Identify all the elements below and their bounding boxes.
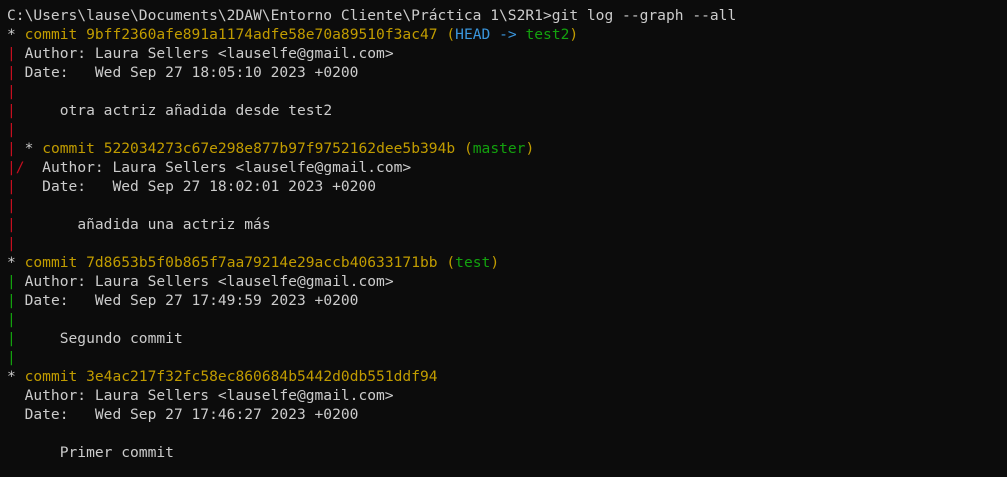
commit-label: commit — [24, 26, 78, 43]
graph-bar: | — [7, 349, 16, 366]
graph-line: | — [7, 348, 16, 367]
graph-bar: | — [7, 64, 16, 81]
commit-date: Date: Wed Sep 27 18:05:10 2023 +0200 — [24, 64, 359, 81]
commit-date: Date: Wed Sep 27 18:02:01 2023 +0200 — [42, 178, 377, 195]
commit-hash: 522034273c67e298e877b97f9752162dee5b394b — [103, 140, 456, 157]
graph-star: * — [7, 368, 16, 385]
date-line: | Date: Wed Sep 27 18:02:01 2023 +0200 — [7, 177, 376, 196]
ref-open: ( — [463, 140, 473, 157]
graph-bar: | — [7, 178, 16, 195]
date-line: | Date: Wed Sep 27 18:05:10 2023 +0200 — [7, 63, 358, 82]
commit-label: commit — [42, 140, 95, 157]
author-line: |/ Author: Laura Sellers <lauselfe@gmail… — [7, 158, 411, 177]
message-line: | otra actriz añadida desde test2 — [7, 101, 332, 120]
graph-star: * — [7, 26, 16, 43]
message-line: | añadida una actriz más — [7, 215, 271, 234]
author-line: | Author: Laura Sellers <lauselfe@gmail.… — [7, 44, 394, 63]
commit-line: * commit 3e4ac217f32fc58ec860684b5442d0d… — [7, 367, 438, 386]
graph-bar: | — [7, 235, 16, 252]
branch-ref: test2 — [525, 26, 570, 43]
commit-author: Author: Laura Sellers <lauselfe@gmail.co… — [24, 387, 394, 404]
graph-bar: | — [7, 121, 16, 138]
author-line: Author: Laura Sellers <lauselfe@gmail.co… — [7, 386, 394, 405]
commit-line: * commit 7d8653b5f0b865f7aa79214e29accb4… — [7, 253, 499, 272]
commit-author: Author: Laura Sellers <lauselfe@gmail.co… — [24, 45, 394, 62]
graph-bar: | — [7, 159, 16, 176]
graph-line: | — [7, 196, 16, 215]
graph-bar: | — [7, 311, 16, 328]
graph-bar: | — [7, 83, 16, 100]
commit-message: Segundo commit — [59, 330, 183, 347]
graph-bar: | — [7, 273, 16, 290]
graph-line: | — [7, 82, 16, 101]
ref-close: ) — [490, 254, 500, 271]
graph-bar: | — [7, 140, 16, 157]
branch-ref: master — [472, 140, 526, 157]
date-line: | Date: Wed Sep 27 17:49:59 2023 +0200 — [7, 291, 358, 310]
prompt-path: C:\Users\lause\Documents\2DAW\Entorno Cl… — [7, 7, 552, 24]
graph-line: | — [7, 120, 16, 139]
graph-bar: | — [7, 45, 16, 62]
graph-star: * — [24, 140, 34, 157]
graph-bar: | — [7, 216, 16, 233]
commit-line: | * commit 522034273c67e298e877b97f97521… — [7, 139, 534, 158]
commit-line: * commit 9bff2360afe891a1174adfe58e70a89… — [7, 25, 578, 44]
commit-message: otra actriz añadida desde test2 — [59, 102, 333, 119]
ref-open: ( — [446, 26, 456, 43]
date-line: Date: Wed Sep 27 17:46:27 2023 +0200 — [7, 405, 359, 424]
ref-close: ) — [569, 26, 579, 43]
commit-author: Author: Laura Sellers <lauselfe@gmail.co… — [24, 273, 394, 290]
commit-date: Date: Wed Sep 27 17:46:27 2023 +0200 — [24, 406, 359, 423]
command-text: git log --graph --all — [551, 7, 737, 24]
branch-ref: test — [455, 254, 491, 271]
ref-open: ( — [446, 254, 456, 271]
graph-bar: | — [7, 102, 16, 119]
graph-bar: | — [7, 330, 16, 347]
commit-message: Primer commit — [59, 444, 174, 461]
commit-hash: 3e4ac217f32fc58ec860684b5442d0db551ddf94 — [86, 368, 438, 385]
terminal-window[interactable]: C:\Users\lause\Documents\2DAW\Entorno Cl… — [0, 0, 1007, 477]
graph-line: | — [7, 310, 16, 329]
graph-bar: | — [7, 197, 16, 214]
commit-hash: 7d8653b5f0b865f7aa79214e29accb40633171bb — [86, 254, 438, 271]
head-ref: HEAD -> — [455, 26, 517, 43]
message-line: Primer commit — [7, 443, 174, 462]
ref-close: ) — [525, 140, 535, 157]
commit-author: Author: Laura Sellers <lauselfe@gmail.co… — [42, 159, 412, 176]
commit-hash: 9bff2360afe891a1174adfe58e70a89510f3ac47 — [86, 26, 438, 43]
commit-message: añadida una actriz más — [77, 216, 271, 233]
message-line: | Segundo commit — [7, 329, 183, 348]
commit-label: commit — [24, 254, 78, 271]
graph-line: | — [7, 234, 16, 253]
graph-slash: / — [15, 159, 25, 176]
author-line: | Author: Laura Sellers <lauselfe@gmail.… — [7, 272, 394, 291]
graph-star: * — [7, 254, 16, 271]
graph-bar: | — [7, 292, 16, 309]
commit-date: Date: Wed Sep 27 17:49:59 2023 +0200 — [24, 292, 359, 309]
commit-label: commit — [24, 368, 78, 385]
command-line: C:\Users\lause\Documents\2DAW\Entorno Cl… — [7, 6, 736, 25]
